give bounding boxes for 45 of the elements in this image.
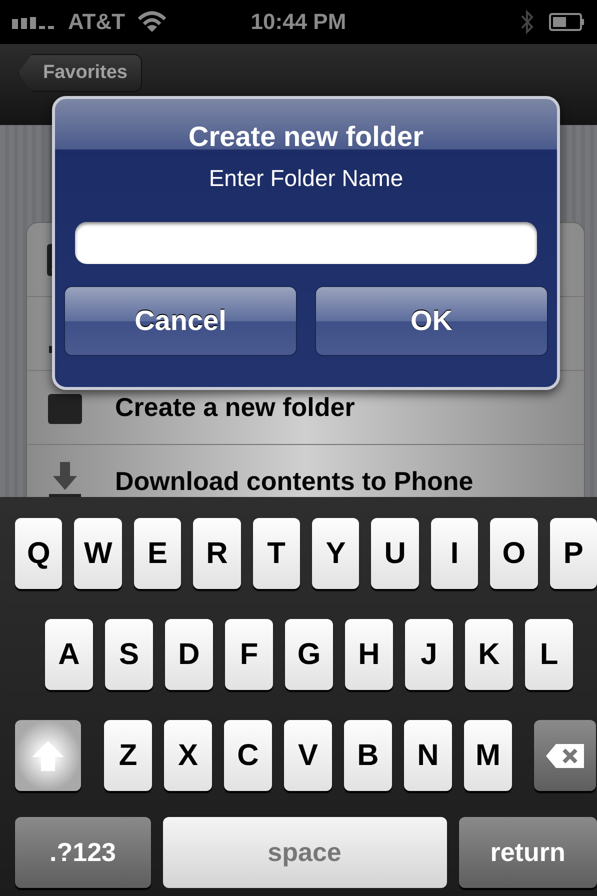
back-button[interactable]: Favorites [18,54,142,92]
keyboard-key[interactable]: S [105,619,153,690]
status-time: 10:44 PM [250,9,346,35]
keyboard-key[interactable]: B [344,720,392,791]
backspace-icon [544,742,586,770]
keyboard-key[interactable]: F [225,619,273,690]
keyboard-key[interactable]: P [550,518,597,589]
carrier-label: AT&T [68,9,126,35]
wifi-icon [137,11,168,33]
return-key[interactable]: return [458,817,597,888]
keyboard-key[interactable]: Z [104,720,152,791]
keyboard-key[interactable]: J [405,619,453,690]
keyboard-key[interactable]: Q [15,518,62,589]
dialog-title: Create new folder [188,121,424,153]
dialog-button[interactable]: Cancel [64,286,297,356]
action-item[interactable]: Download contents to Phone [115,466,474,497]
keyboard-key[interactable]: U [371,518,419,589]
keyboard-key[interactable]: Y [312,518,360,589]
dialog-button[interactable]: OK [315,286,548,356]
shift-key[interactable] [15,720,81,791]
numbers-key[interactable]: .?123 [15,817,151,888]
action-item[interactable]: Create a new folder [115,392,355,423]
keyboard-key[interactable]: N [404,720,452,791]
folder-name-field[interactable] [75,222,537,264]
keyboard-key[interactable]: H [345,619,393,690]
delete-key[interactable] [534,720,596,791]
keyboard-key[interactable]: R [193,518,241,589]
keyboard-key[interactable]: C [224,720,272,791]
bluetooth-icon [519,9,535,35]
keyboard-key[interactable]: W [74,518,122,589]
keyboard-key[interactable]: V [284,720,332,791]
keyboard-key[interactable]: I [430,518,478,589]
keyboard-key[interactable]: G [285,619,333,690]
keyboard-key[interactable]: E [134,518,182,589]
keyboard-key[interactable]: L [525,619,573,690]
keyboard-key[interactable]: K [465,619,513,690]
keyboard-key[interactable]: X [164,720,212,791]
dialog-message: Enter Folder Name [208,165,404,192]
shift-arrow-icon [30,738,66,772]
battery-icon [549,12,585,32]
keyboard-key[interactable]: T [252,518,300,589]
keyboard-key[interactable]: O [490,518,538,589]
keyboard-key[interactable]: D [165,619,213,690]
keyboard-key[interactable]: M [464,720,512,791]
keyboard-key[interactable]: A [45,619,93,690]
